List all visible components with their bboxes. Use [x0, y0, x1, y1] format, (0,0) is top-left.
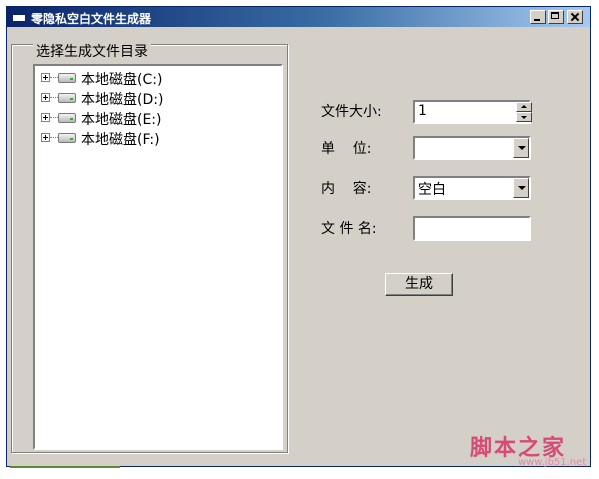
- directory-group-title: 选择生成文件目录: [33, 41, 151, 61]
- file-size-value[interactable]: 1: [418, 103, 427, 119]
- expand-icon[interactable]: [41, 73, 50, 82]
- tree-connector: [50, 97, 58, 98]
- watermark-url: www.jb51.net: [518, 457, 587, 468]
- content-value: 空白: [418, 182, 446, 198]
- tree-item-drive-d[interactable]: 本地磁盘(D:): [39, 89, 279, 108]
- tree-item-drive-f[interactable]: 本地磁盘(F:): [39, 129, 279, 148]
- content-select[interactable]: 空白: [413, 176, 531, 200]
- unit-label: 单 位:: [321, 141, 372, 157]
- tree-connector: [50, 77, 58, 78]
- hard-drive-icon: [58, 73, 76, 83]
- generate-button[interactable]: 生成: [385, 273, 453, 296]
- tree-item-drive-e[interactable]: 本地磁盘(E:): [39, 109, 279, 128]
- directory-tree[interactable]: 本地磁盘(C:) 本地磁盘(D:) 本地磁盘(E:) 本地磁盘(F:): [33, 64, 283, 450]
- spin-down-icon[interactable]: [516, 112, 532, 122]
- title-bar[interactable]: 零隐私空白文件生成器: [7, 7, 590, 27]
- tree-item-label: 本地磁盘(D:): [81, 92, 164, 108]
- tree-item-drive-c[interactable]: 本地磁盘(C:): [39, 69, 279, 88]
- hard-drive-icon: [58, 133, 76, 143]
- tree-connector: [50, 137, 58, 138]
- filename-input[interactable]: [413, 216, 531, 241]
- expand-icon[interactable]: [41, 133, 50, 142]
- chevron-down-icon[interactable]: [513, 138, 529, 158]
- close-button[interactable]: [567, 10, 583, 24]
- maximize-button[interactable]: [548, 10, 564, 24]
- content-label: 内 容:: [321, 181, 372, 197]
- filename-label: 文 件 名:: [321, 221, 377, 237]
- size-spin-buttons[interactable]: [516, 102, 532, 122]
- taskbar-edge: [10, 466, 120, 468]
- expand-icon[interactable]: [41, 113, 50, 122]
- hard-drive-icon: [58, 113, 76, 123]
- tree-item-label: 本地磁盘(E:): [81, 112, 162, 128]
- unit-select[interactable]: [413, 136, 531, 160]
- tree-item-label: 本地磁盘(F:): [81, 132, 160, 148]
- window-icon: [12, 12, 26, 22]
- expand-icon[interactable]: [41, 93, 50, 102]
- window-title: 零隐私空白文件生成器: [31, 12, 152, 26]
- chevron-down-icon[interactable]: [513, 178, 529, 198]
- tree-connector: [50, 117, 58, 118]
- file-size-stepper[interactable]: 1: [413, 100, 532, 124]
- spin-up-icon[interactable]: [516, 102, 532, 112]
- file-size-label: 文件大小:: [321, 104, 382, 120]
- minimize-button[interactable]: [530, 10, 546, 24]
- tree-item-label: 本地磁盘(C:): [81, 72, 163, 88]
- hard-drive-icon: [58, 93, 76, 103]
